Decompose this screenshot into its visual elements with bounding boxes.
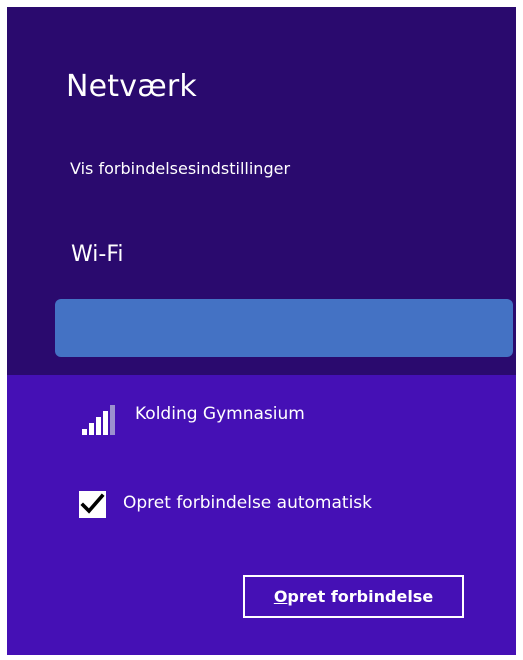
auto-connect-checkbox[interactable] [79,491,106,518]
auto-connect-label[interactable]: Opret forbindelse automatisk [123,493,372,513]
network-flyout: Netværk Vis forbindelsesindstillinger Wi… [7,7,516,655]
view-connection-settings-link[interactable]: Vis forbindelsesindstillinger [70,159,290,178]
network-details-panel: Kolding Gymnasium Opret forbindelse auto… [7,375,516,655]
checkmark-icon [80,493,105,514]
flyout-title: Netværk [66,69,197,104]
selected-network-highlight[interactable] [55,299,513,357]
network-name: Kolding Gymnasium [135,404,305,424]
wifi-signal-icon [82,405,115,435]
connect-button-label: pret forbindelse [287,587,434,606]
connect-button[interactable]: Opret forbindelse [243,575,464,618]
connect-button-accelerator: O [273,587,288,606]
wifi-section-heading: Wi-Fi [71,242,124,267]
